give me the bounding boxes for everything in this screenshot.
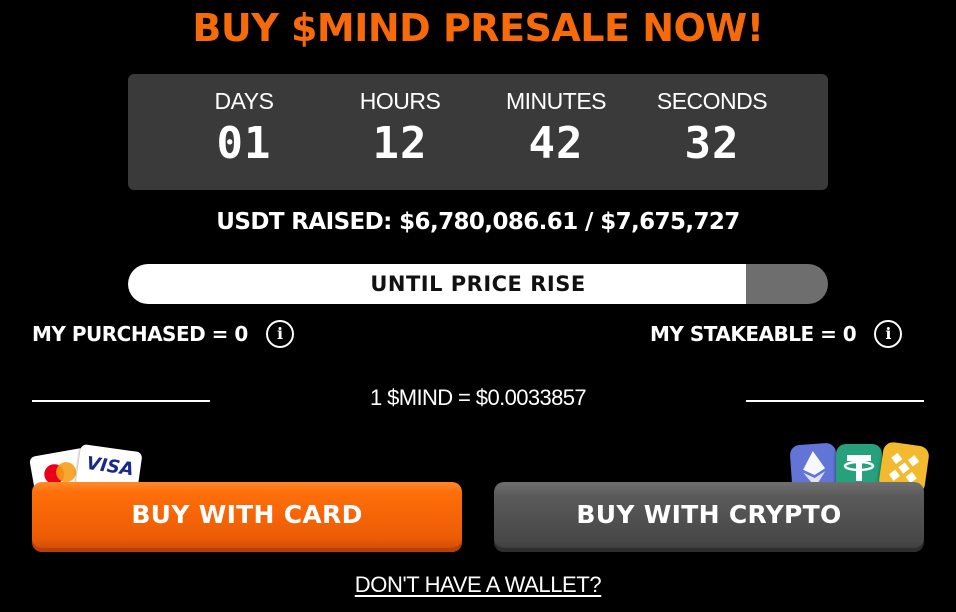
token-price-rate: 1 $MIND = $0.0033857 bbox=[369, 385, 587, 410]
divider-right bbox=[746, 400, 924, 402]
purchased-info-icon[interactable]: i bbox=[265, 320, 294, 348]
countdown-minutes-value: 42 bbox=[528, 118, 584, 169]
buy-with-crypto-button[interactable]: BUY WITH CRYPTO bbox=[494, 482, 924, 552]
countdown-hours-label: HOURS bbox=[359, 88, 441, 114]
progress-label: UNTIL PRICE RISE bbox=[370, 272, 586, 296]
countdown-timer: DAYS 01 HOURS 12 MINUTES 42 SECONDS 32 bbox=[128, 74, 828, 190]
usdt-raised-text: USDT RAISED: $6,780,086.61 / $7,675,727 bbox=[216, 209, 740, 235]
price-rise-progress-bar: UNTIL PRICE RISE bbox=[128, 264, 828, 304]
no-wallet-link[interactable]: DON'T HAVE A WALLET? bbox=[0, 572, 956, 598]
my-stakeable-label: MY STAKEABLE = 0 bbox=[650, 322, 857, 346]
my-stakeable: MY STAKEABLE = 0 i bbox=[650, 320, 903, 348]
countdown-seconds: SECONDS 32 bbox=[642, 74, 782, 169]
countdown-hours-value: 12 bbox=[372, 118, 428, 169]
countdown-minutes: MINUTES 42 bbox=[486, 74, 626, 169]
countdown-hours: HOURS 12 bbox=[330, 74, 470, 169]
countdown-days-label: DAYS bbox=[214, 88, 274, 114]
countdown-days: DAYS 01 bbox=[174, 74, 314, 169]
countdown-seconds-value: 32 bbox=[684, 118, 740, 169]
countdown-seconds-label: SECONDS bbox=[656, 88, 768, 114]
stakeable-info-icon[interactable]: i bbox=[874, 320, 903, 348]
visa-brand-text: VISA bbox=[85, 452, 136, 481]
my-purchased-label: MY PURCHASED = 0 bbox=[32, 322, 248, 346]
countdown-days-value: 01 bbox=[216, 118, 272, 169]
my-purchased: MY PURCHASED = 0 i bbox=[32, 320, 294, 348]
buy-with-card-button[interactable]: BUY WITH CARD bbox=[32, 482, 462, 552]
page-title: BUY $MIND PRESALE NOW! bbox=[192, 6, 764, 50]
countdown-minutes-label: MINUTES bbox=[506, 88, 607, 114]
